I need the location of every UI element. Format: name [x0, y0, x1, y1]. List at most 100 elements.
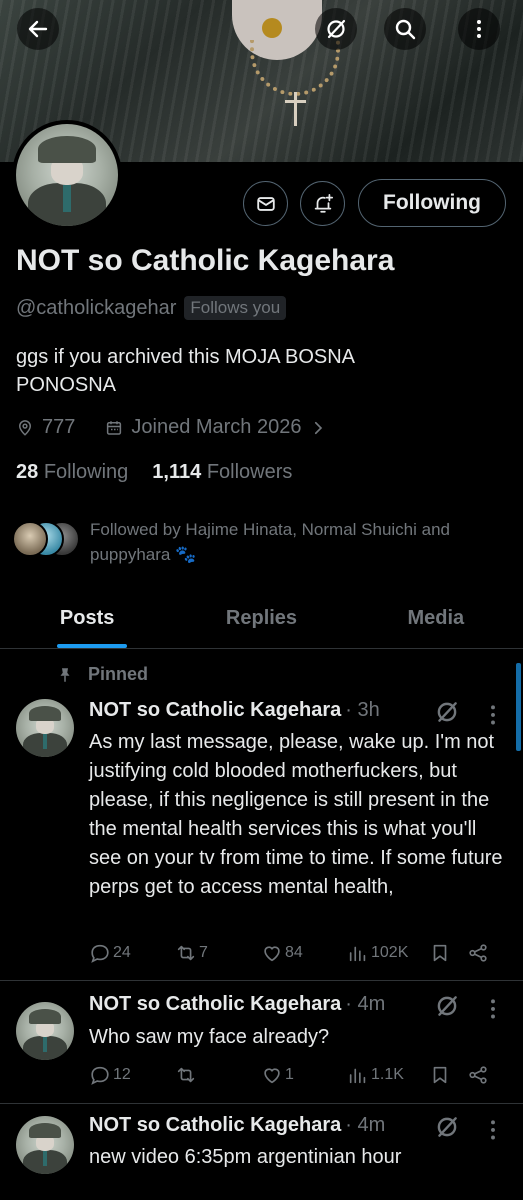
post-author[interactable]: NOT so Catholic Kagehara — [89, 993, 341, 1016]
like-button[interactable]: 84 — [261, 942, 347, 964]
view-count: 102K — [371, 944, 409, 961]
following-button[interactable]: Following — [358, 179, 506, 227]
more-vertical-icon — [477, 20, 481, 38]
reply-button[interactable]: 12 — [89, 1064, 175, 1086]
reply-count: 24 — [113, 944, 131, 961]
avatar-tie — [42, 1036, 48, 1052]
post-text: Who saw my face already? — [89, 1026, 330, 1048]
profile-avatar[interactable] — [12, 120, 122, 230]
reply-count: 12 — [113, 1066, 131, 1083]
handle-row: @catholickagehar Follows you — [16, 296, 287, 320]
pinned-label: Pinned — [88, 664, 149, 684]
views-button[interactable]: 1.1K — [347, 1064, 433, 1086]
profile-name: NOT so Catholic Kagehara — [16, 244, 395, 277]
post-divider — [0, 980, 523, 981]
post-avatar[interactable] — [16, 1116, 74, 1174]
avatar-tie — [42, 1150, 48, 1166]
share-icon[interactable] — [467, 942, 489, 964]
avatar-cap — [38, 136, 96, 163]
scrollbar[interactable] — [516, 663, 521, 751]
follower-avatar — [12, 521, 48, 557]
profile-stats: 28 Following 1,114 Followers — [16, 461, 292, 484]
profile-bio: ggs if you archived this MOJA BOSNA PONO… — [16, 346, 354, 396]
avatar-tie — [62, 185, 72, 212]
tab-media[interactable]: Media — [349, 588, 523, 648]
avatar-cap — [28, 705, 62, 722]
post-author[interactable]: NOT so Catholic Kagehara — [89, 1114, 341, 1137]
follows-you-badge: Follows you — [184, 296, 287, 320]
calendar-icon — [107, 420, 122, 435]
pin-icon — [60, 667, 70, 682]
profile-joined: Joined March 2026 — [131, 416, 302, 438]
grok-icon[interactable] — [434, 699, 460, 725]
like-button[interactable]: 1 — [261, 1064, 347, 1086]
heart-icon — [264, 946, 280, 962]
repost-button[interactable]: 7 — [175, 942, 261, 964]
following-label: Following — [43, 461, 129, 483]
more-vertical-icon[interactable] — [483, 997, 503, 1023]
banner-cross-bar — [285, 100, 306, 103]
views-button[interactable]: 102K — [347, 942, 433, 964]
grok-button[interactable] — [315, 8, 357, 50]
profile-tabs: Posts Replies Media — [0, 588, 523, 649]
avatar-cap — [28, 1122, 62, 1139]
pinned-label-row: Pinned — [56, 664, 148, 685]
followed-by-text: Followed by Hajime Hinata, Normal Shuich… — [90, 520, 450, 564]
banner-cross — [294, 92, 297, 126]
reply-button[interactable]: 24 — [89, 942, 175, 964]
profile-meta: 777 Joined March 2026 — [16, 416, 327, 439]
chevron-right-icon[interactable] — [309, 419, 327, 437]
mail-icon — [256, 196, 275, 211]
bookmark-icon[interactable] — [429, 942, 451, 964]
post-actions: 24 7 84 102K — [89, 942, 509, 964]
bell-plus-icon — [314, 193, 333, 213]
post-header: NOT so Catholic Kagehara · 3h — [89, 699, 380, 722]
views-icon — [349, 1068, 366, 1084]
post-time: · 4m — [345, 993, 386, 1015]
banner-emblem — [262, 18, 282, 38]
grok-icon[interactable] — [434, 1114, 460, 1140]
heart-icon — [264, 1068, 280, 1084]
followed-by-row[interactable]: Followed by Hajime Hinata, Normal Shuich… — [12, 517, 515, 567]
following-count: 28 — [16, 461, 39, 483]
followed-by-avatars — [12, 521, 82, 561]
post-divider — [0, 1103, 523, 1104]
tab-replies[interactable]: Replies — [174, 588, 348, 648]
arrow-left-icon — [28, 20, 48, 38]
back-button[interactable] — [17, 8, 59, 50]
avatar-cap — [28, 1008, 62, 1025]
message-button[interactable] — [243, 181, 288, 226]
search-button[interactable] — [384, 8, 426, 50]
reply-icon — [91, 944, 109, 963]
post-time: · 3h — [345, 699, 380, 721]
repost-icon — [177, 1067, 195, 1083]
post-author[interactable]: NOT so Catholic Kagehara — [89, 699, 341, 722]
share-icon[interactable] — [467, 1064, 489, 1086]
grok-icon — [327, 19, 346, 39]
followers-count: 1,114 — [152, 461, 202, 483]
bookmark-icon[interactable] — [429, 1064, 451, 1086]
more-vertical-icon[interactable] — [483, 703, 503, 729]
followers-label: Followers — [206, 461, 293, 483]
repost-icon — [177, 945, 195, 961]
grok-icon[interactable] — [434, 993, 460, 1019]
post-avatar[interactable] — [16, 699, 74, 757]
avatar-tie — [42, 733, 48, 749]
post-actions: 12 1 1.1K — [89, 1064, 509, 1086]
location-icon — [18, 419, 32, 436]
search-icon — [395, 19, 416, 40]
notifications-button[interactable] — [300, 181, 345, 226]
tab-posts[interactable]: Posts — [0, 588, 174, 648]
repost-button[interactable] — [175, 1064, 261, 1086]
avatar-image — [16, 124, 118, 226]
view-count: 1.1K — [371, 1066, 404, 1083]
following-stat[interactable]: 28 Following — [16, 461, 128, 484]
followers-stat[interactable]: 1,114 Followers — [152, 461, 292, 484]
profile-location: 777 — [42, 416, 76, 438]
reply-icon — [91, 1066, 109, 1085]
profile-handle: @catholickagehar — [16, 296, 177, 319]
post-time: · 4m — [345, 1114, 386, 1136]
more-button[interactable] — [458, 8, 500, 50]
more-vertical-icon[interactable] — [483, 1118, 503, 1144]
post-avatar[interactable] — [16, 1002, 74, 1060]
